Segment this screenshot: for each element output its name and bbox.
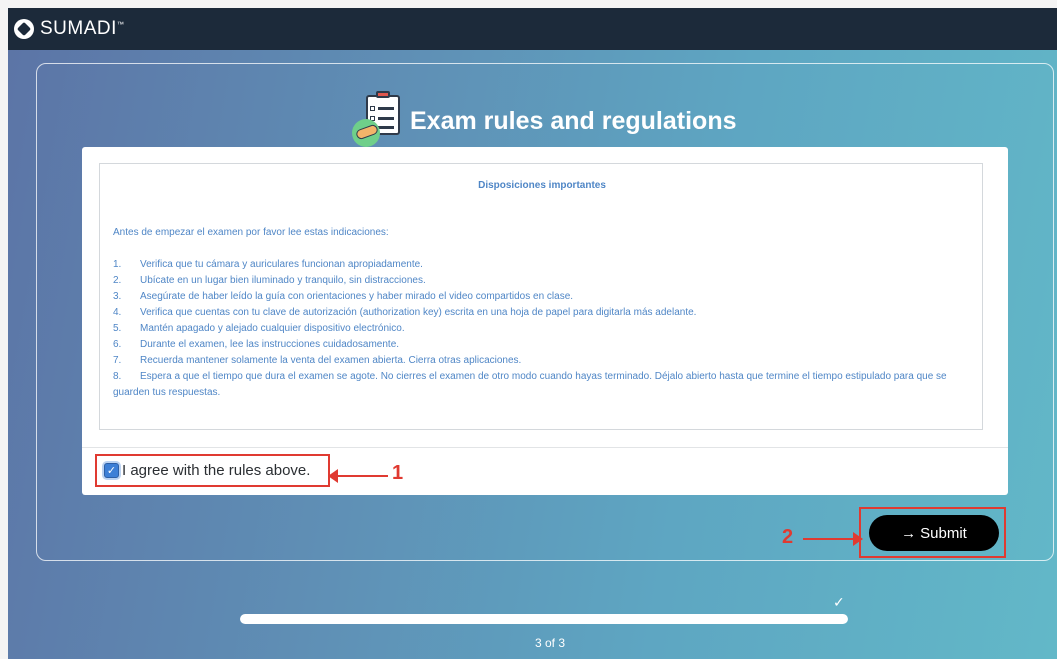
- agree-checkbox[interactable]: ✓: [104, 463, 119, 478]
- agree-checkbox-row[interactable]: ✓ I agree with the rules above.: [95, 454, 330, 487]
- page-title: Exam rules and regulations: [410, 106, 737, 135]
- arrow-right-icon: →: [901, 524, 917, 542]
- progress-fill: [240, 614, 848, 624]
- list-item: 1. Verifica que tu cámara y auriculares f…: [113, 259, 423, 270]
- brand-name: SUMADI™: [40, 18, 125, 39]
- rules-card: Disposiciones importantes Antes de empez…: [82, 147, 1008, 495]
- submit-label: Submit: [920, 524, 967, 542]
- progress-label: 3 of 3: [534, 636, 566, 650]
- list-item: 7. Recuerda mantener solamente la venta d…: [113, 355, 522, 366]
- sumadi-logo-icon: [14, 19, 34, 39]
- progress-bar: [240, 614, 848, 624]
- annotation-marker-1: 1: [392, 462, 404, 484]
- rules-intro: Antes de empezar el examen por favor lee…: [113, 227, 389, 238]
- list-item: 4. Verifica que cuentas con tu clave de a…: [113, 307, 697, 318]
- agree-label[interactable]: I agree with the rules above.: [122, 462, 310, 479]
- submit-button[interactable]: → Submit: [869, 515, 999, 551]
- rules-heading: Disposiciones importantes: [478, 180, 606, 191]
- list-item: 3. Asegúrate de haber leído la guía con o…: [113, 291, 574, 302]
- list-item: 5. Mantén apagado y alejado cualquier dis…: [113, 323, 405, 334]
- list-item: 8. Espera a que el tiempo que dura el exa…: [113, 371, 947, 398]
- card-divider: [82, 447, 1008, 448]
- annotation-marker-2: 2: [782, 526, 794, 548]
- rules-list: 1. Verifica que tu cámara y auriculares f…: [113, 257, 975, 401]
- top-bar: SUMADI™: [8, 8, 1057, 50]
- list-item: 6. Durante el examen, lee las instruccion…: [113, 339, 400, 350]
- clipboard-handshake-icon: [352, 91, 404, 147]
- annotation-arrow-2: [803, 532, 863, 546]
- rules-text-box[interactable]: Disposiciones importantes Antes de empez…: [99, 163, 983, 430]
- annotation-arrow-1: [328, 469, 388, 483]
- page-header: Exam rules and regulations: [352, 91, 737, 147]
- list-item: 2. Ubícate en un lugar bien iluminado y t…: [113, 275, 426, 286]
- checkmark-icon: ✓: [833, 594, 845, 610]
